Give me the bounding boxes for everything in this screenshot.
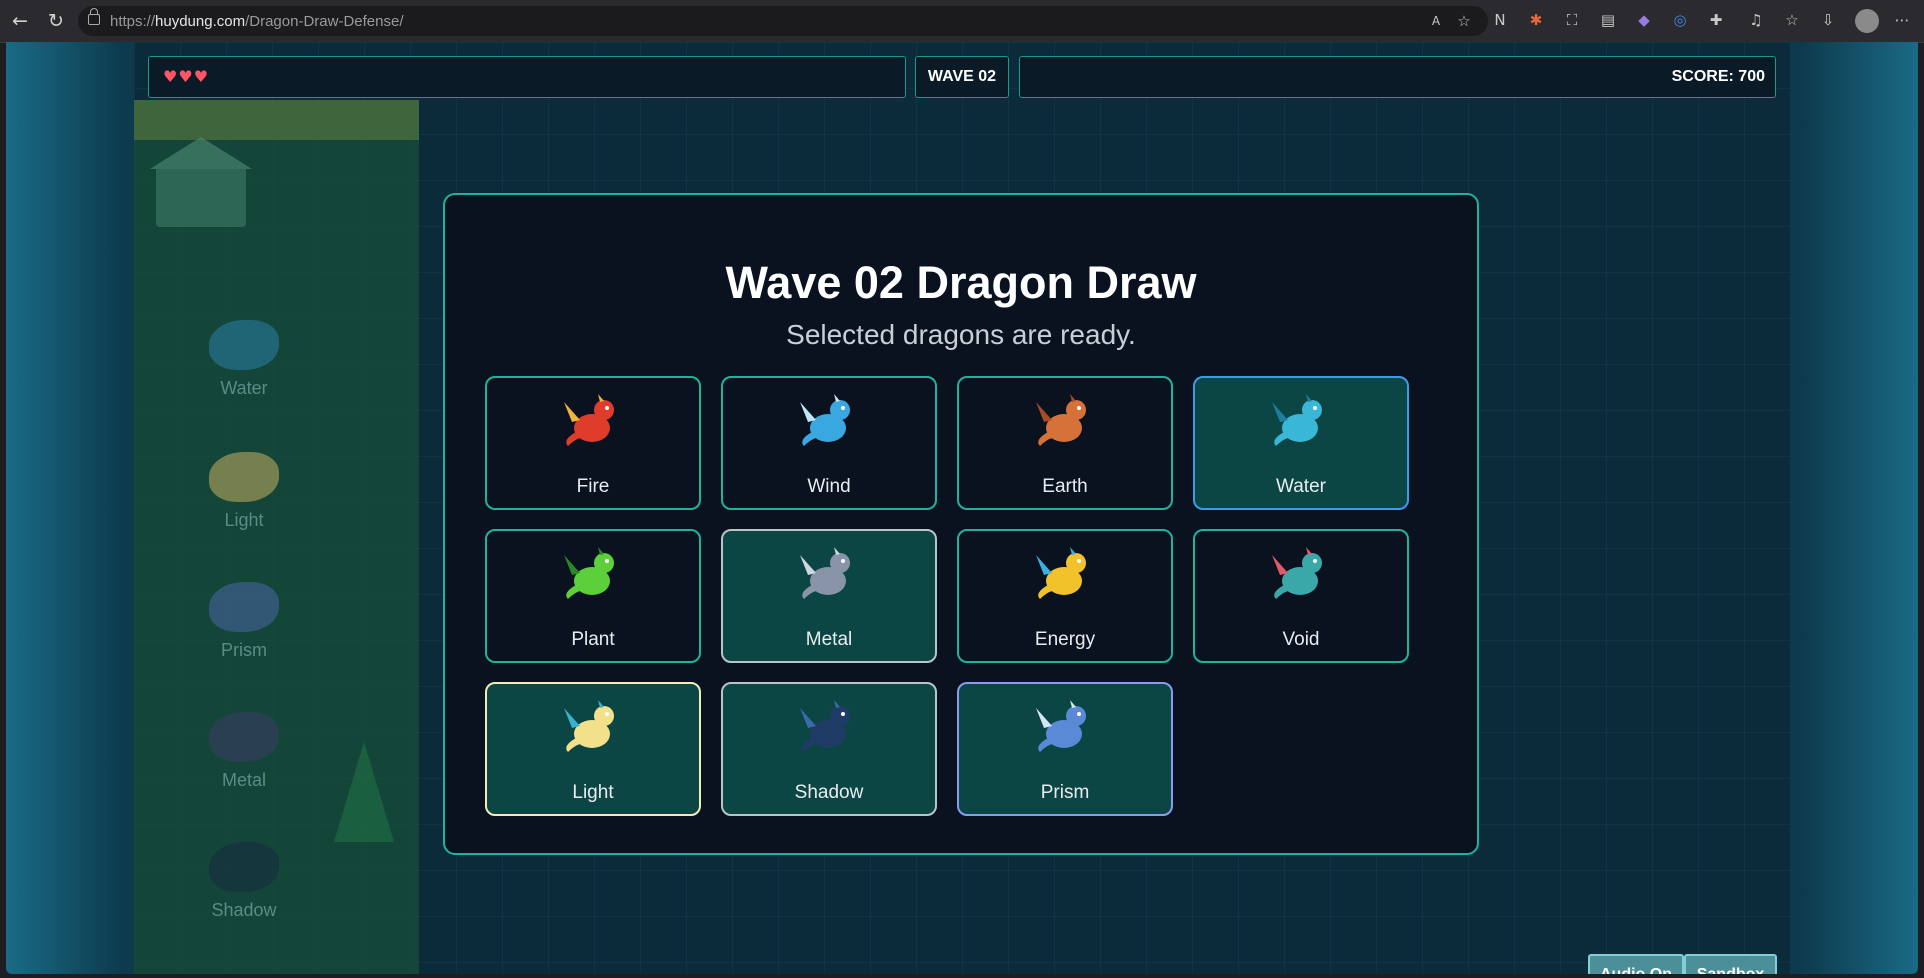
game-canvas[interactable]: Water Light Prism Metal Shadow ♥♥♥ WAVE 02 S…	[134, 42, 1790, 974]
dragon-card-label: Earth	[1042, 476, 1088, 497]
house-icon	[150, 137, 252, 227]
reload-icon[interactable]: ↻	[44, 9, 68, 33]
dragon-card-label: Light	[572, 782, 614, 803]
water-dragon-icon	[1272, 394, 1322, 446]
water-dragon-icon	[209, 320, 279, 370]
map-path	[134, 100, 419, 140]
more-menu-icon[interactable]: ⋯	[1892, 10, 1912, 30]
earth-dragon-icon	[1036, 394, 1086, 446]
wave-label: WAVE 02	[927, 68, 997, 85]
puzzle-extensions-icon[interactable]: ✚	[1706, 10, 1726, 30]
modal-subtitle: Selected dragons are ready.	[786, 319, 1136, 350]
document-icon[interactable]: ▤	[1598, 10, 1618, 30]
dragon-card-label: Fire	[576, 476, 610, 497]
shadow-dragon-icon	[209, 842, 279, 892]
void-dragon-icon	[1272, 547, 1322, 599]
dragon-card-fire[interactable]: Fire	[485, 376, 701, 510]
roster-label: Shadow	[211, 900, 277, 920]
media-icon[interactable]: ♫	[1746, 10, 1766, 30]
dragon-card-label: Shadow	[794, 782, 864, 803]
roster-item-prism: Prism	[174, 582, 314, 661]
dragon-card-label: Wind	[807, 476, 851, 497]
screenshot-icon[interactable]: ⛶	[1562, 10, 1582, 30]
dragon-card-void[interactable]: Void	[1193, 529, 1409, 663]
hearts-icon: ♥♥♥	[163, 67, 210, 86]
favorite-star-icon[interactable]: ☆	[1454, 11, 1474, 31]
back-icon[interactable]: ←	[8, 9, 32, 33]
globe-extension-icon[interactable]: ◎	[1670, 10, 1690, 30]
shadow-dragon-icon	[800, 700, 850, 752]
downloads-icon[interactable]: ⇩	[1818, 10, 1838, 30]
dragon-draw-modal: Wave 02 Dragon Draw Selected dragons are…	[443, 193, 1479, 855]
favorites-icon[interactable]: ☆	[1782, 10, 1802, 30]
dragon-card-light[interactable]: Light	[485, 682, 701, 816]
dragon-card-plant[interactable]: Plant	[485, 529, 701, 663]
energy-dragon-icon	[1036, 547, 1086, 599]
dragon-card-label: Plant	[571, 629, 615, 650]
sandbox-button[interactable]: Sandbox	[1684, 954, 1777, 974]
score-panel: SCORE: 700	[1019, 56, 1776, 98]
profile-avatar[interactable]	[1855, 9, 1879, 33]
dragon-card-shadow[interactable]: Shadow	[721, 682, 937, 816]
dragon-card-energy[interactable]: Energy	[957, 529, 1173, 663]
dragon-card-prism[interactable]: Prism	[957, 682, 1173, 816]
dragon-card-wind[interactable]: Wind	[721, 376, 937, 510]
dragon-card-label: Metal	[805, 629, 853, 650]
browser-toolbar: ← ↻ https://huydung.com/Dragon-Draw-Defe…	[0, 0, 1924, 43]
roster-label: Water	[220, 378, 268, 398]
roster-item-shadow: Shadow	[174, 842, 314, 921]
light-dragon-icon	[564, 700, 614, 752]
audio-toggle-button[interactable]: Audio On	[1588, 954, 1684, 974]
metal-dragon-icon	[800, 547, 850, 599]
light-dragon-icon	[209, 452, 279, 502]
lock-icon	[88, 8, 100, 25]
tree-icon	[334, 742, 394, 842]
wind-dragon-icon	[800, 394, 850, 446]
sparkle-extension-icon[interactable]: ✱	[1526, 10, 1546, 30]
roster-item-water: Water	[174, 320, 314, 399]
prism-dragon-icon	[209, 582, 279, 632]
wave-panel: WAVE 02	[915, 56, 1009, 98]
roster-label: Light	[224, 510, 264, 530]
dragon-card-label: Void	[1282, 629, 1320, 650]
roster-item-metal: Metal	[174, 712, 314, 791]
dragon-card-label: Energy	[1034, 629, 1096, 650]
read-aloud-icon[interactable]: A	[1426, 11, 1446, 31]
metal-dragon-icon	[209, 712, 279, 762]
score-label: SCORE: 700	[1671, 68, 1765, 85]
prism-dragon-icon	[1036, 700, 1086, 752]
roster-label: Prism	[221, 640, 267, 660]
address-bar[interactable]: https://huydung.com/Dragon-Draw-Defense/…	[78, 6, 1488, 36]
roster-item-light: Light	[174, 452, 314, 531]
dragon-card-label: Prism	[1040, 782, 1090, 803]
fire-dragon-icon	[564, 394, 614, 446]
notion-extension-icon[interactable]: N	[1490, 10, 1510, 30]
dragon-card-water[interactable]: Water	[1193, 376, 1409, 510]
modal-title: Wave 02 Dragon Draw	[725, 257, 1197, 308]
lives-panel: ♥♥♥	[148, 56, 906, 98]
gem-extension-icon[interactable]: ◆	[1634, 10, 1654, 30]
dragon-card-metal[interactable]: Metal	[721, 529, 937, 663]
plant-dragon-icon	[564, 547, 614, 599]
roster-label: Metal	[221, 770, 266, 790]
dragon-card-earth[interactable]: Earth	[957, 376, 1173, 510]
dragon-card-label: Water	[1276, 476, 1326, 497]
url-text[interactable]: https://huydung.com/Dragon-Draw-Defense/	[110, 13, 404, 30]
